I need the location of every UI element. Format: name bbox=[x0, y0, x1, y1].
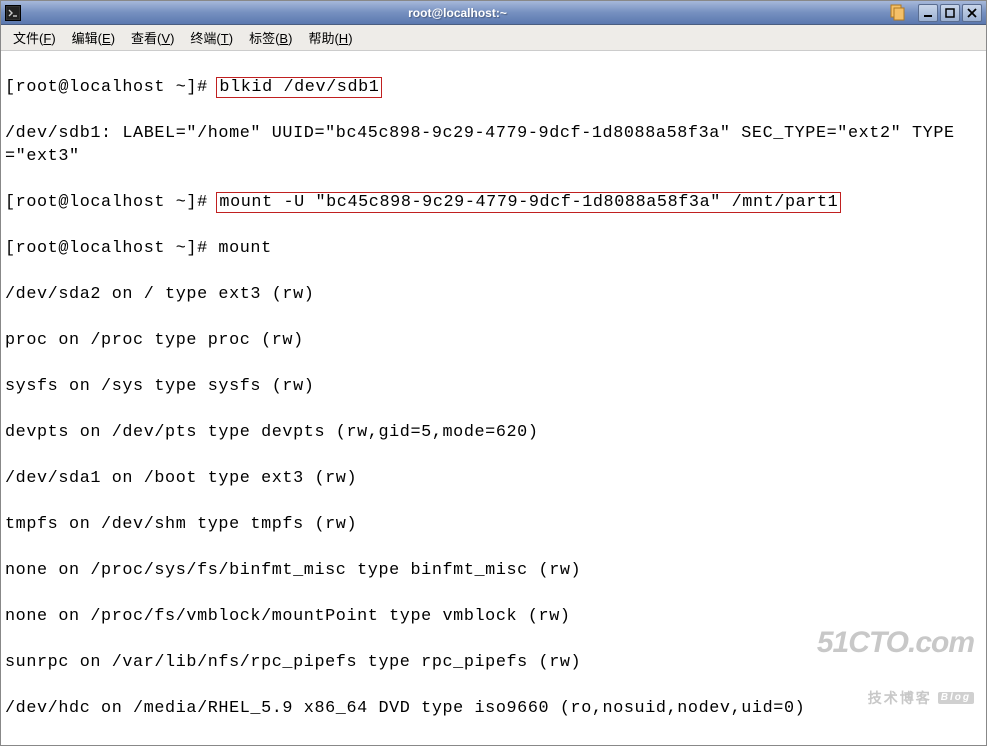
mount-line: tmpfs on /dev/shm type tmpfs (rw) bbox=[5, 513, 982, 536]
menu-edit[interactable]: 编辑(E) bbox=[64, 25, 123, 50]
menubar: 文件(F) 编辑(E) 查看(V) 终端(T) 标签(B) 帮助(H) bbox=[1, 25, 986, 51]
window-title: root@localhost:~ bbox=[27, 6, 888, 20]
mount-line: /dev/sdb1 on /mnt/part1 type ext3 (rw) bbox=[5, 743, 982, 745]
mount-line: sunrpc on /var/lib/nfs/rpc_pipefs type r… bbox=[5, 651, 982, 674]
mount-line: /dev/sda2 on / type ext3 (rw) bbox=[5, 283, 982, 306]
maximize-button[interactable] bbox=[940, 4, 960, 22]
documents-icon bbox=[888, 4, 906, 22]
mount-line: proc on /proc type proc (rw) bbox=[5, 329, 982, 352]
menu-terminal[interactable]: 终端(T) bbox=[182, 25, 241, 50]
mount-line: sysfs on /sys type sysfs (rw) bbox=[5, 375, 982, 398]
terminal-body[interactable]: [root@localhost ~]# blkid /dev/sdb1 /dev… bbox=[1, 51, 986, 745]
prompt: [root@localhost ~]# bbox=[5, 78, 218, 97]
titlebar[interactable]: root@localhost:~ bbox=[1, 1, 986, 25]
menu-view[interactable]: 查看(V) bbox=[123, 25, 182, 50]
mount-line: none on /proc/sys/fs/binfmt_misc type bi… bbox=[5, 559, 982, 582]
terminal-window: root@localhost:~ 文件(F) 编辑(E) 查看(V) 终端(T)… bbox=[0, 0, 987, 746]
prompt: [root@localhost ~]# bbox=[5, 239, 218, 258]
prompt: [root@localhost ~]# bbox=[5, 193, 218, 212]
mount-line: none on /proc/fs/vmblock/mountPoint type… bbox=[5, 605, 982, 628]
menu-help[interactable]: 帮助(H) bbox=[300, 25, 360, 50]
close-button[interactable] bbox=[962, 4, 982, 22]
minimize-button[interactable] bbox=[918, 4, 938, 22]
mount-line: /dev/sda1 on /boot type ext3 (rw) bbox=[5, 467, 982, 490]
menu-file[interactable]: 文件(F) bbox=[5, 25, 64, 50]
command-mount-uuid: mount -U "bc45c898-9c29-4779-9dcf-1d8088… bbox=[216, 192, 841, 213]
mount-line: /dev/hdc on /media/RHEL_5.9 x86_64 DVD t… bbox=[5, 697, 982, 720]
output-blkid: /dev/sdb1: LABEL="/home" UUID="bc45c898-… bbox=[5, 122, 982, 168]
command-mount: mount bbox=[218, 239, 271, 258]
mount-line: devpts on /dev/pts type devpts (rw,gid=5… bbox=[5, 421, 982, 444]
terminal-icon bbox=[5, 5, 21, 21]
command-blkid: blkid /dev/sdb1 bbox=[216, 77, 382, 98]
menu-tabs[interactable]: 标签(B) bbox=[241, 25, 300, 50]
